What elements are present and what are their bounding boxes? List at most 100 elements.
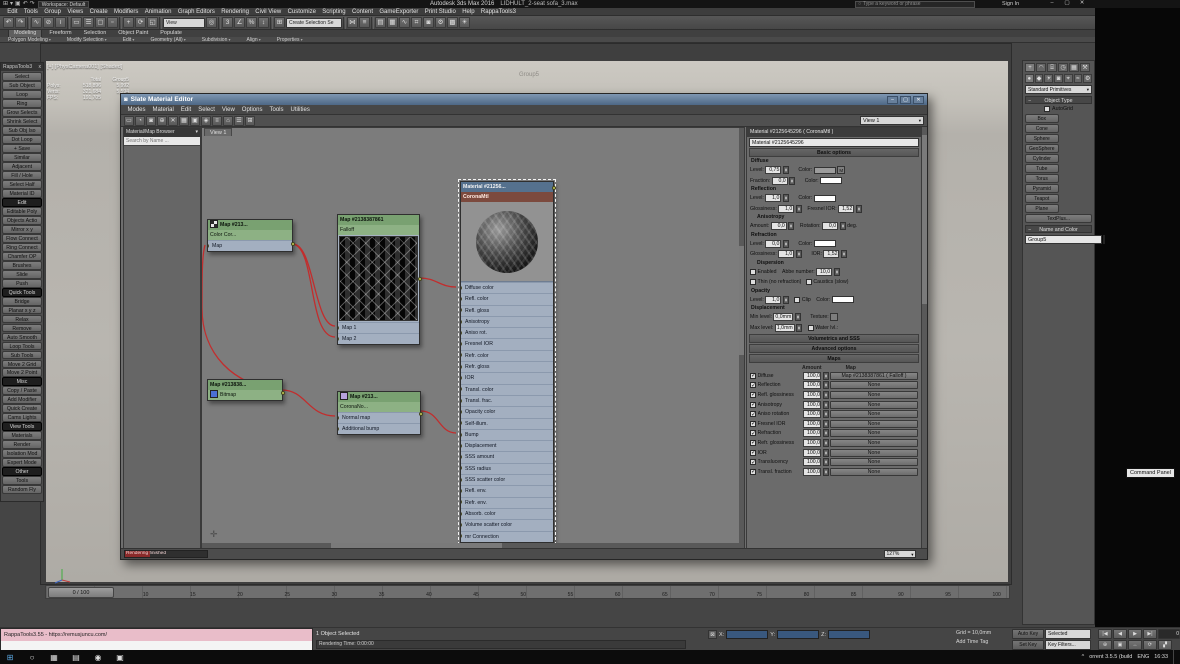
menu-item[interactable]: Modifiers [111, 9, 142, 15]
menu-item[interactable]: Print Studio [422, 9, 459, 15]
node-slot[interactable]: Refr. env. [461, 496, 553, 508]
material-by-object-icon[interactable]: ☰ [234, 115, 244, 126]
ribbon-panel[interactable]: Properties [277, 37, 303, 43]
node-slot[interactable]: Bump [461, 428, 553, 441]
input-socket[interactable] [461, 511, 462, 516]
motion-tab-icon[interactable]: ◷ [1058, 63, 1068, 72]
map-amount-field[interactable]: 100,0 [803, 410, 821, 419]
primitive-button[interactable]: TextPlus... [1025, 214, 1092, 223]
refraction-glossiness-field[interactable]: 1,0 [778, 250, 795, 259]
search-icon[interactable]: ○ [24, 653, 40, 662]
node-bitmap[interactable]: Map #213838... Bitmap [207, 379, 285, 401]
map-amount-field[interactable]: 100,0 [803, 429, 821, 438]
menu-item[interactable]: GameExporter [376, 9, 421, 15]
refraction-level-field[interactable]: 0,0 [765, 239, 782, 248]
put-to-library-icon[interactable]: ◙ [146, 115, 156, 126]
primitive-button[interactable]: GeoSphere [1025, 144, 1059, 153]
translucency-fraction-field[interactable]: 0,0 [771, 176, 788, 185]
map-slot-button[interactable]: None [830, 400, 918, 409]
node-slot[interactable]: Self-illum. [461, 417, 553, 429]
material-header[interactable]: Material #2125645296 ( CoronaMtl ) [747, 128, 921, 137]
key-mode-combo[interactable]: Selected [1045, 629, 1091, 639]
render-production-icon[interactable]: ☀ [459, 17, 470, 28]
input-socket[interactable] [461, 488, 462, 493]
input-socket[interactable] [461, 330, 462, 335]
undo-icon[interactable]: ↶ [23, 1, 28, 8]
maxscript-mini-listener[interactable]: RappaTools3.55 - https://remusjuncu.com/ [0, 628, 313, 651]
rappatools-button[interactable]: Ring Connect [2, 242, 42, 252]
map-enabled-checkbox[interactable] [750, 439, 756, 446]
rappatools-button[interactable]: Fill / Hole [2, 170, 42, 180]
assign-material-to-selection-icon[interactable]: ⊕ [157, 115, 167, 126]
primitive-button[interactable]: Teapot [1025, 194, 1059, 203]
map-enabled-checkbox[interactable] [750, 449, 756, 456]
node-slot[interactable]: Refl. color [461, 293, 553, 305]
map-enabled-checkbox[interactable] [750, 411, 756, 418]
name-color-rollout[interactable]: − Name and Color [1025, 225, 1092, 233]
render-setup-icon[interactable]: ⚙ [435, 17, 446, 28]
search-box[interactable]: ○ Type a keyword or phrase [855, 1, 975, 8]
input-socket[interactable] [461, 376, 462, 381]
map-amount-field[interactable]: 100,0 [803, 438, 821, 447]
select-by-name-icon[interactable]: ☰ [83, 17, 94, 28]
close-icon[interactable]: x [39, 63, 42, 71]
menu-item[interactable]: Help [459, 9, 478, 15]
refraction-ior-field[interactable]: 1,52 [823, 250, 840, 259]
primitive-button[interactable]: Cylinder [1025, 154, 1059, 163]
slate-titlebar[interactable]: ◙ Slate Material Editor – ▢ ✕ [121, 94, 927, 105]
node-slot[interactable]: Anisotropy [461, 315, 553, 328]
spinner[interactable] [839, 222, 846, 231]
primitive-button[interactable]: Pyramid [1025, 184, 1059, 193]
spinner[interactable] [822, 410, 829, 419]
set-key-button[interactable]: Set Key [1012, 640, 1044, 650]
map-enabled-checkbox[interactable] [750, 468, 756, 475]
spinner[interactable] [822, 371, 829, 380]
rappatools-button[interactable]: Misc [2, 377, 42, 387]
mirror-icon[interactable]: ⋈ [347, 17, 358, 28]
rappatools-button[interactable]: Chamfer OP [2, 251, 42, 261]
rappatools-button[interactable]: Editable Poly [2, 206, 42, 216]
node-slot[interactable]: Aniso rot. [461, 327, 553, 339]
node-slot[interactable]: Absorb. color [461, 507, 553, 520]
task-view-icon[interactable]: ▦ [46, 653, 62, 662]
menu-item[interactable]: Civil View [252, 9, 284, 15]
rendered-frame-icon[interactable]: ▩ [447, 17, 458, 28]
spinner[interactable] [782, 295, 789, 304]
menu-item[interactable]: Animation [142, 9, 175, 15]
toolbar-separator[interactable] [218, 16, 221, 29]
rappatools-button[interactable]: Bridge [2, 296, 42, 306]
input-socket[interactable] [461, 443, 462, 448]
minimize-button[interactable]: – [1046, 0, 1058, 8]
layout-all-icon[interactable]: ≡ [212, 115, 222, 126]
hierarchy-tab-icon[interactable]: ⌸ [1047, 63, 1057, 72]
node-slot[interactable]: Opacity color [461, 406, 553, 418]
go-to-end-icon[interactable]: ▶| [1143, 629, 1157, 639]
save-icon[interactable]: ▣ [15, 1, 21, 8]
map-amount-field[interactable]: 100,0 [803, 419, 821, 428]
slate-menu-item[interactable]: Modes [124, 107, 149, 113]
input-socket[interactable] [338, 325, 339, 330]
diffuse-color-swatch[interactable] [813, 166, 836, 174]
menu-item[interactable]: Views [64, 9, 86, 15]
spinner[interactable] [782, 194, 789, 203]
rappatools-button[interactable]: Expert Mode [2, 458, 42, 468]
rollout-advanced[interactable]: Advanced options [749, 344, 919, 353]
output-socket[interactable] [552, 186, 556, 190]
close-button[interactable]: ✕ [913, 95, 924, 104]
input-socket[interactable] [461, 409, 462, 414]
node-slot[interactable]: Volume scatter color [461, 519, 553, 531]
output-socket[interactable] [418, 277, 422, 281]
rappatools-button[interactable]: Sub Object [2, 80, 42, 90]
menu-item[interactable]: Edit [4, 9, 21, 15]
unlink-selection-icon[interactable]: ⊘ [43, 17, 54, 28]
spinner[interactable] [822, 390, 829, 399]
ribbon-panel[interactable]: Polygon Modeling [8, 37, 51, 43]
input-socket[interactable] [461, 319, 462, 324]
rappatools-button[interactable]: Move 2 Point [2, 368, 42, 378]
align-icon[interactable]: ≡ [359, 17, 370, 28]
map-slot-button[interactable]: None [830, 390, 918, 399]
undo-icon[interactable]: ↶ [3, 17, 14, 28]
create-tab-icon[interactable]: + [1025, 63, 1035, 72]
node-slot[interactable]: Map 1 [338, 322, 419, 333]
material-editor-icon[interactable]: ◙ [423, 17, 434, 28]
